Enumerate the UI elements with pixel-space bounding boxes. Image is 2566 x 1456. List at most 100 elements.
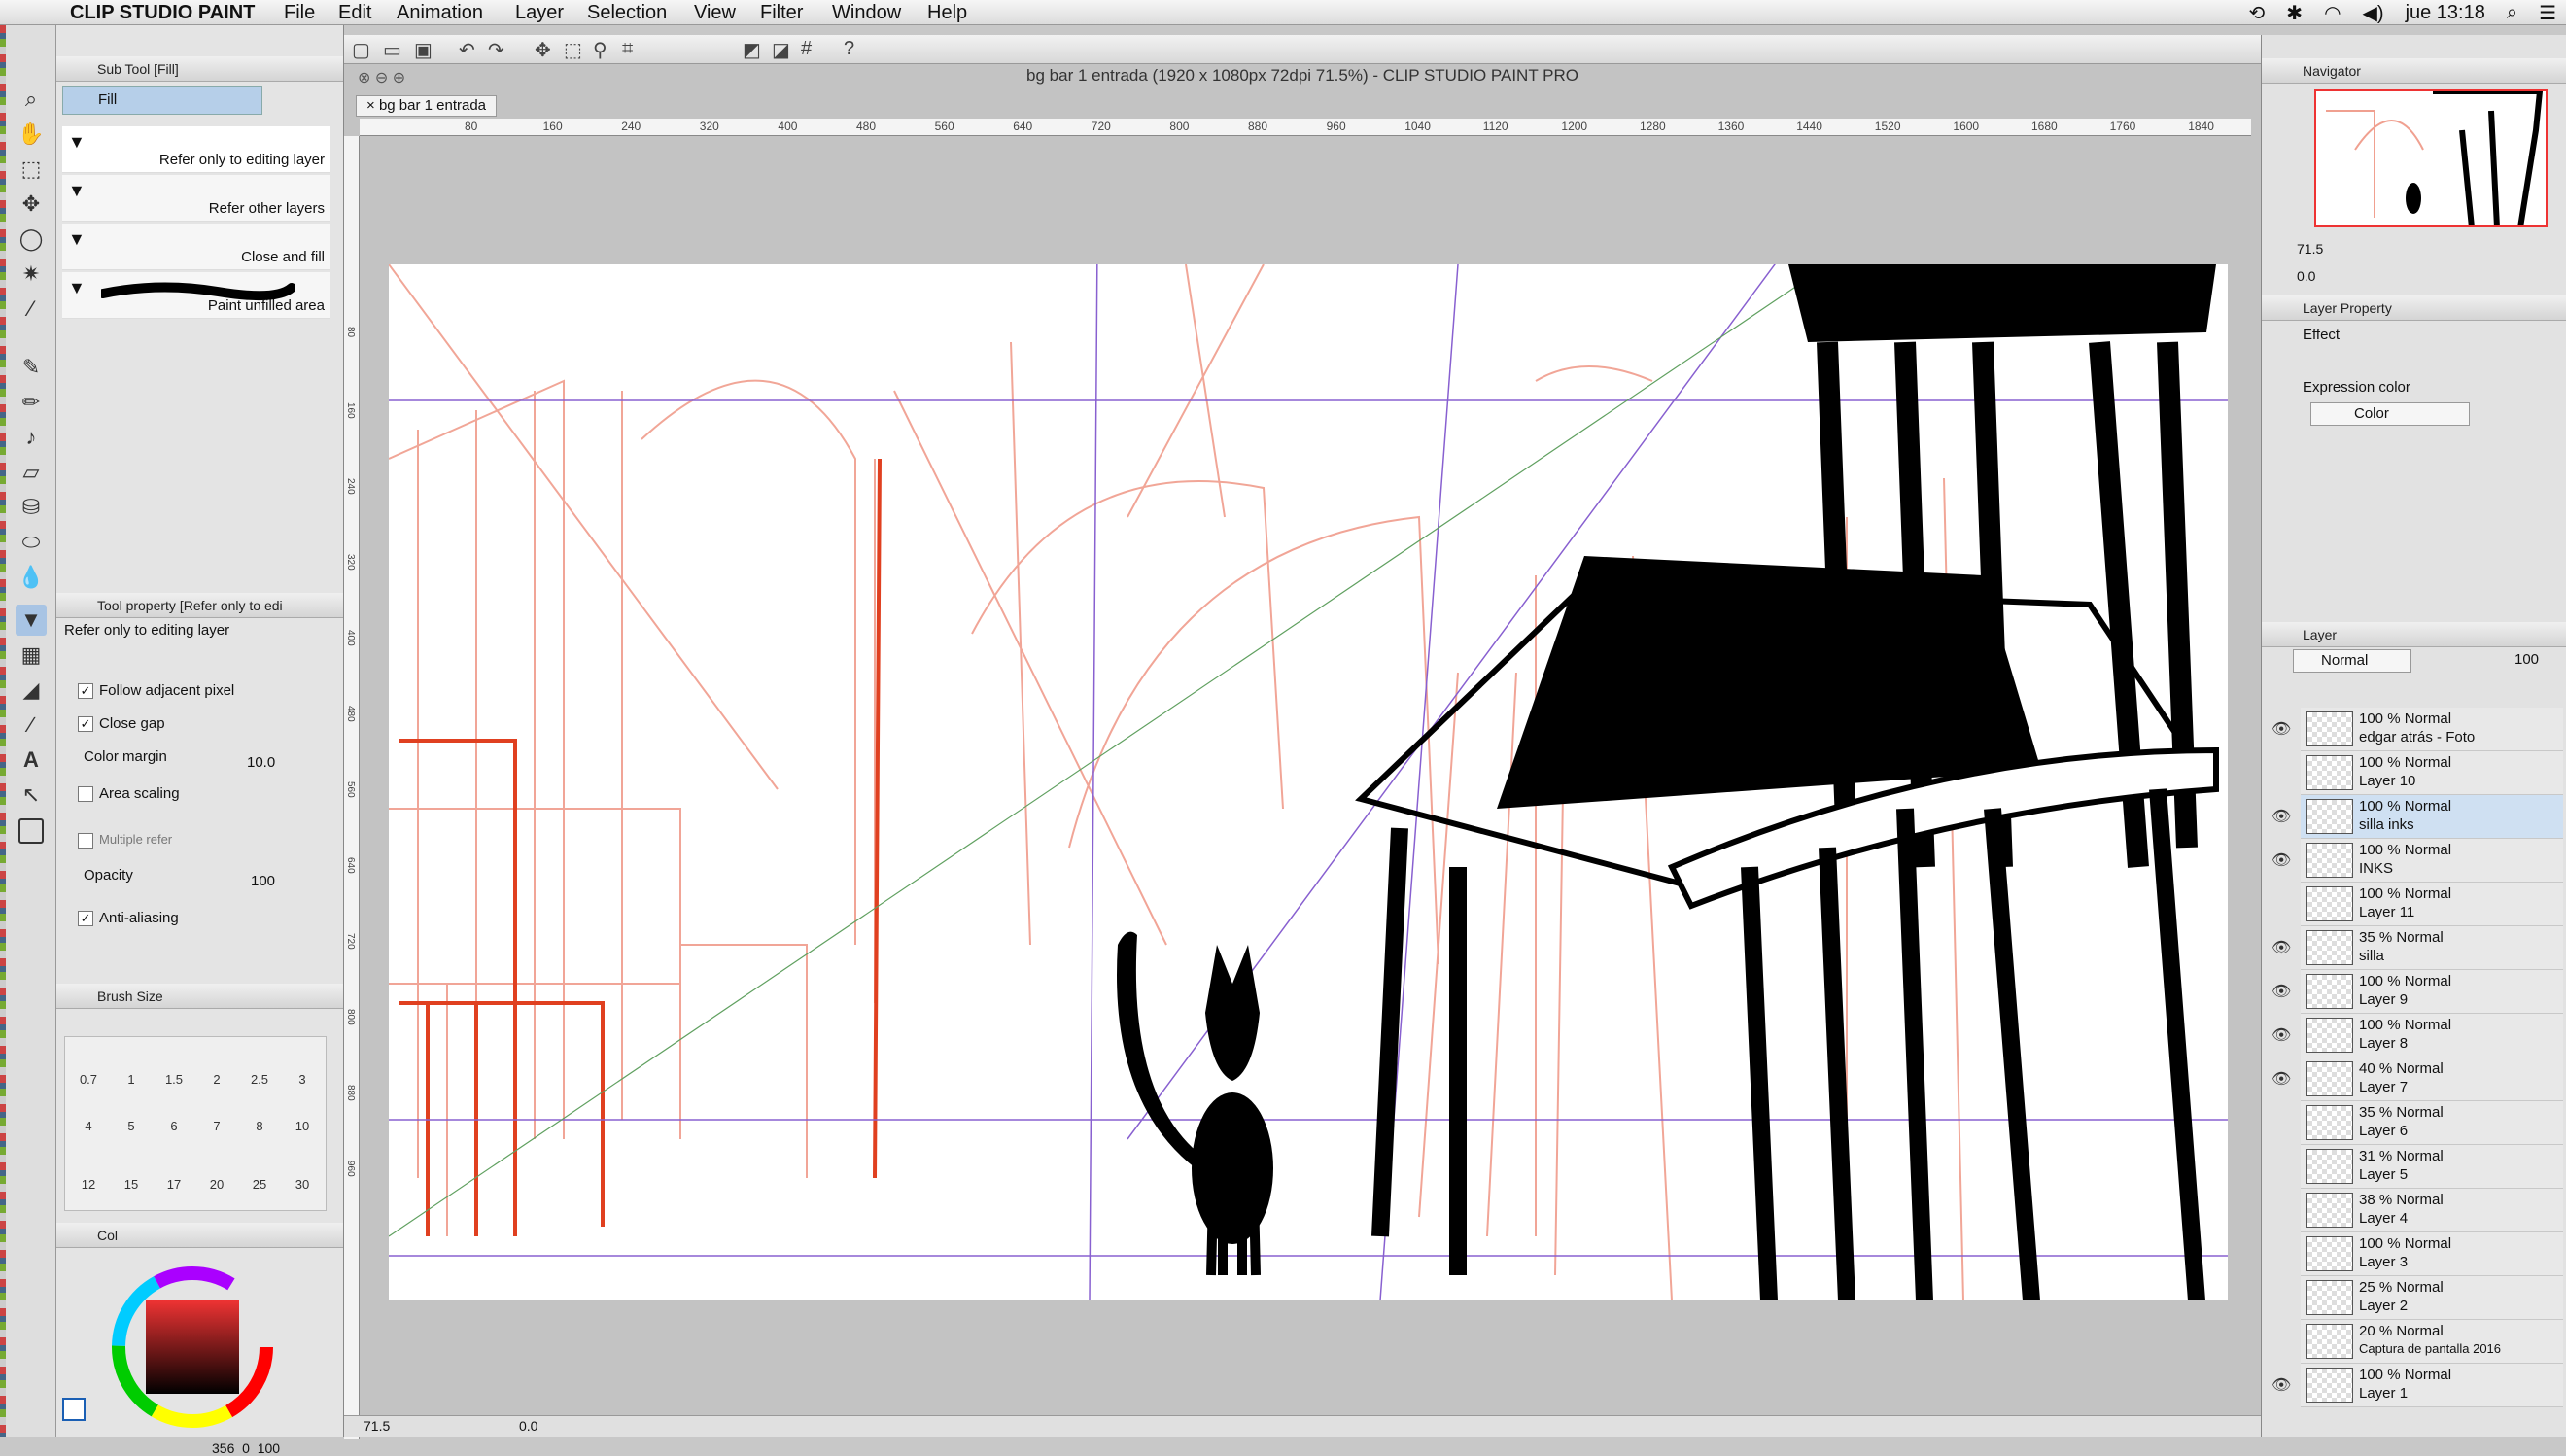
size-30[interactable]: 30: [283, 1177, 322, 1192]
snap-grid-icon[interactable]: #: [801, 38, 812, 60]
menu-edit[interactable]: Edit: [338, 2, 371, 23]
size-7[interactable]: 7: [197, 1119, 236, 1133]
subtool-paint-unfilled[interactable]: ▼ Paint unfilled area: [62, 272, 330, 319]
new-icon[interactable]: ▢: [352, 38, 370, 62]
eye-icon[interactable]: 👁: [2271, 807, 2291, 826]
menu-selection[interactable]: Selection: [587, 2, 667, 23]
subtool-refer-editing[interactable]: ▼ Refer only to editing layer: [62, 126, 330, 173]
main-color-chip[interactable]: [62, 1398, 86, 1421]
eye-icon[interactable]: 👁: [2271, 1375, 2291, 1395]
layer-row[interactable]: 100 % Normal Layer 10: [2301, 751, 2563, 795]
layer-row[interactable]: 31 % Normal Layer 5: [2301, 1145, 2563, 1189]
fill-tool-icon[interactable]: ▼: [16, 605, 47, 636]
layer-row[interactable]: 👁 100 % Normal INKS: [2271, 839, 2563, 883]
layer-row[interactable]: 100 % Normal Layer 11: [2301, 883, 2563, 926]
size-2[interactable]: 2: [197, 1072, 236, 1087]
size-15[interactable]: 15: [112, 1177, 151, 1192]
balloon-icon[interactable]: ↖: [16, 780, 47, 811]
blend-icon[interactable]: 💧: [16, 562, 47, 593]
menu-animation[interactable]: Animation: [397, 2, 483, 23]
volume-icon[interactable]: ◀): [2363, 1, 2384, 25]
layer-opacity-value[interactable]: 100: [2514, 651, 2539, 668]
angle-readout[interactable]: 0.0: [519, 1416, 537, 1436]
move-layer-icon[interactable]: ✥: [16, 189, 47, 220]
eye-icon[interactable]: 👁: [2271, 1025, 2291, 1045]
layer-row[interactable]: 👁 100 % Normal silla inks: [2271, 795, 2563, 839]
main-color-swatch[interactable]: [18, 818, 44, 844]
notification-icon[interactable]: ☰: [2539, 1, 2556, 25]
nav-zoom-value[interactable]: 71.5: [2297, 241, 2323, 257]
layer-row[interactable]: 👁 40 % Normal Layer 7: [2271, 1057, 2563, 1101]
bluetooth-icon[interactable]: ✱: [2286, 1, 2303, 25]
layer-row[interactable]: 25 % Normal Layer 2: [2301, 1276, 2563, 1320]
save-icon[interactable]: ▣: [414, 38, 433, 62]
zoom-tool-icon[interactable]: ⌕: [16, 84, 47, 115]
transform-icon[interactable]: ⬚: [564, 38, 582, 62]
window-buttons[interactable]: ⊗ ⊖ ⊕: [358, 68, 405, 87]
document-tab[interactable]: × bg bar 1 entrada: [356, 95, 498, 117]
pen-icon[interactable]: ✎: [16, 352, 47, 383]
text-tool-icon[interactable]: A: [16, 745, 47, 776]
open-icon[interactable]: ▭: [383, 38, 401, 62]
menu-file[interactable]: File: [284, 2, 315, 23]
layer-row[interactable]: 100 % Normal Layer 3: [2301, 1232, 2563, 1276]
drawing-canvas[interactable]: [389, 264, 2228, 1300]
opacity-value[interactable]: 100: [251, 873, 275, 889]
redo-icon[interactable]: ↷: [488, 38, 504, 62]
magic-wand-icon[interactable]: ✷: [16, 259, 47, 290]
menu-window[interactable]: Window: [832, 2, 901, 23]
size-8[interactable]: 8: [240, 1119, 279, 1133]
eye-icon[interactable]: 👁: [2271, 1069, 2291, 1089]
layer-row[interactable]: 35 % Normal Layer 6: [2301, 1101, 2563, 1145]
layer-row[interactable]: 👁 100 % Normal Layer 9: [2271, 970, 2563, 1014]
ruler-icon[interactable]: ∕: [16, 710, 47, 741]
layer-row[interactable]: 38 % Normal Layer 4: [2301, 1189, 2563, 1232]
menu-filter[interactable]: Filter: [760, 2, 803, 23]
color-wheel-header[interactable]: Col: [56, 1223, 343, 1248]
layer-row[interactable]: 👁 100 % Normal Layer 8: [2271, 1014, 2563, 1057]
size-10[interactable]: 10: [283, 1119, 322, 1133]
layer-row[interactable]: 👁 100 % Normal Layer 1: [2271, 1364, 2563, 1407]
zoom-readout[interactable]: 71.5: [364, 1416, 390, 1436]
brush-icon[interactable]: ♪: [16, 422, 47, 453]
eye-icon[interactable]: 👁: [2271, 850, 2291, 870]
blend-mode-select[interactable]: Normal: [2293, 649, 2411, 673]
snap-special-icon[interactable]: ◪: [772, 38, 790, 62]
navigator-preview[interactable]: [2314, 88, 2548, 228]
wifi-icon[interactable]: ◠: [2324, 1, 2341, 25]
airbrush-icon[interactable]: ▱: [16, 457, 47, 488]
fill-icon[interactable]: ⚲: [593, 38, 607, 62]
layer-row[interactable]: 👁 35 % Normal silla: [2271, 926, 2563, 970]
clock[interactable]: jue 13:18: [2406, 2, 2485, 24]
scale-icon[interactable]: ⌗: [622, 38, 633, 60]
color-wheel[interactable]: [105, 1260, 280, 1435]
close-gap-checkbox[interactable]: ✓ Close gap: [78, 715, 165, 733]
undo-icon[interactable]: ↶: [459, 38, 475, 62]
nav-angle-value[interactable]: 0.0: [2297, 268, 2315, 284]
eye-icon[interactable]: 👁: [2271, 938, 2291, 957]
size-2.5[interactable]: 2.5: [240, 1072, 279, 1087]
layer-row[interactable]: 👁 100 % Normal edgar atrás - Foto: [2271, 708, 2563, 751]
size-25[interactable]: 25: [240, 1177, 279, 1192]
close-tab-icon[interactable]: ×: [366, 97, 379, 114]
snap-ruler-icon[interactable]: ◩: [743, 38, 761, 62]
gradient-icon[interactable]: ▦: [16, 640, 47, 671]
expression-color-select[interactable]: Color: [2310, 402, 2470, 426]
eyedropper-icon[interactable]: ⁄: [16, 294, 47, 325]
color-margin-value[interactable]: 10.0: [247, 754, 275, 771]
menu-view[interactable]: View: [694, 2, 736, 23]
subtool-group-fill[interactable]: Fill: [62, 86, 262, 115]
pencil-icon[interactable]: ✏: [16, 387, 47, 418]
multiple-refer-checkbox[interactable]: Multiple refer: [78, 832, 172, 849]
figure-icon[interactable]: ◢: [16, 675, 47, 706]
spotlight-icon[interactable]: ⌕: [2507, 2, 2517, 24]
size-4[interactable]: 4: [69, 1119, 108, 1133]
subtool-close-fill[interactable]: ▼ Close and fill: [62, 224, 330, 270]
size-6[interactable]: 6: [155, 1119, 193, 1133]
menu-layer[interactable]: Layer: [515, 2, 564, 23]
eye-icon[interactable]: 👁: [2271, 719, 2291, 739]
area-scaling-checkbox[interactable]: Area scaling: [78, 785, 180, 803]
help-icon[interactable]: ?: [844, 38, 854, 60]
size-20[interactable]: 20: [197, 1177, 236, 1192]
size-0.7[interactable]: 0.7: [69, 1072, 108, 1087]
